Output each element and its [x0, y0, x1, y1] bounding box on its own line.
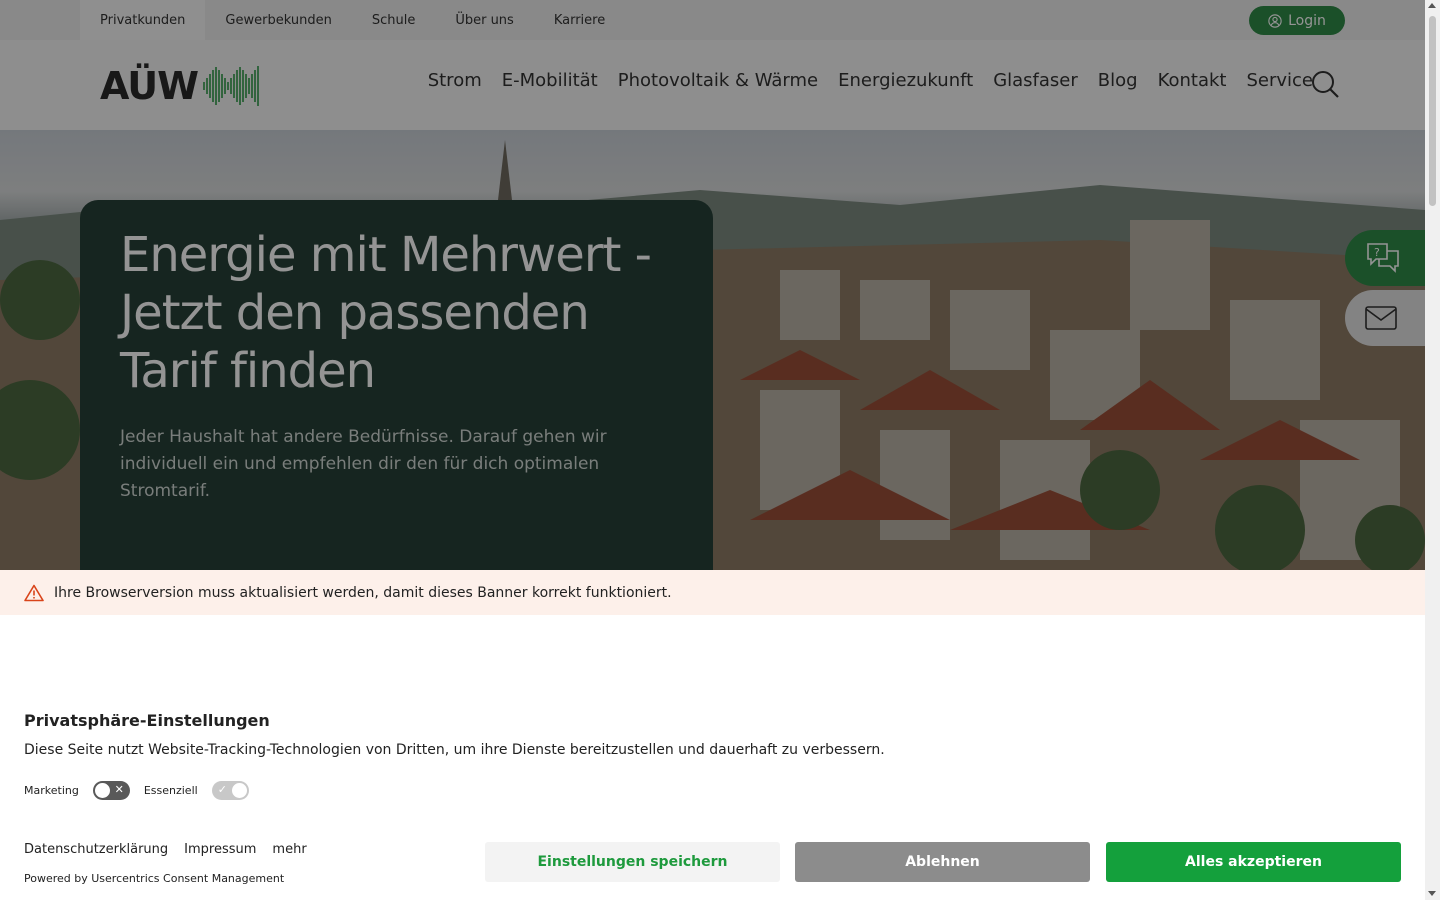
powered-by: Powered by Usercentrics Consent Manageme…: [24, 872, 285, 885]
consent-banner: Ihre Browserversion muss aktualisiert we…: [0, 570, 1425, 900]
toggle-marketing[interactable]: ✕: [92, 781, 130, 800]
toggle-essenziell-label: Essenziell: [143, 784, 198, 797]
scroll-thumb[interactable]: [1429, 16, 1436, 206]
modal-dim-overlay: [0, 0, 1425, 570]
consent-description: Diese Seite nutzt Website-Tracking-Techn…: [24, 742, 885, 758]
consent-toggles: Marketing ✕ Essenziell ✓: [24, 781, 249, 800]
scroll-down-arrow-icon[interactable]: [1428, 891, 1436, 896]
browser-warning-text: Ihre Browserversion muss aktualisiert we…: [54, 584, 672, 601]
deny-button[interactable]: Ablehnen: [795, 842, 1090, 882]
accept-all-button[interactable]: Alles akzeptieren: [1106, 842, 1401, 882]
link-impressum[interactable]: Impressum: [184, 842, 256, 857]
toggle-essenziell: ✓: [211, 781, 249, 800]
consent-links: Datenschutzerklärung Impressum mehr: [24, 842, 307, 857]
link-mehr[interactable]: mehr: [272, 842, 306, 857]
checkmark-icon: ✓: [217, 783, 227, 796]
link-datenschutz[interactable]: Datenschutzerklärung: [24, 842, 168, 857]
consent-title: Privatsphäre-Einstellungen: [24, 711, 270, 730]
scroll-up-arrow-icon[interactable]: [1428, 3, 1436, 8]
page-scrollbar[interactable]: [1425, 0, 1440, 900]
toggle-marketing-label: Marketing: [24, 784, 79, 797]
warning-triangle-icon: [24, 584, 44, 601]
browser-warning: Ihre Browserversion muss aktualisiert we…: [0, 570, 1425, 615]
toggle-off-icon: ✕: [114, 783, 124, 796]
save-settings-button[interactable]: Einstellungen speichern: [485, 842, 780, 882]
